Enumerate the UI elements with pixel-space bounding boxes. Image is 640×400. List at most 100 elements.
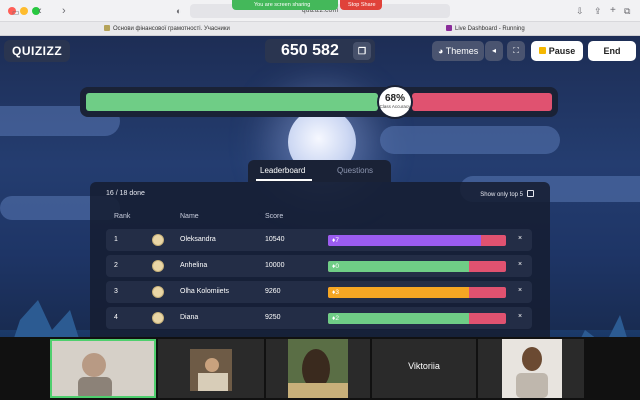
streak-count: ♦3 — [332, 288, 339, 297]
game-code-display: 650 582 ❐ — [265, 39, 375, 63]
leaderboard-row[interactable]: 4 Diana 9250 ♦2 × — [106, 307, 532, 329]
end-button[interactable]: End — [588, 41, 636, 61]
show-top5-label: Show only top 5 — [480, 192, 523, 198]
streak-value: 3 — [335, 289, 339, 296]
video-tile[interactable] — [478, 339, 584, 398]
row-name: Anhelina — [180, 262, 208, 269]
answer-progress-bar: ♦2 — [328, 313, 506, 324]
shield-icon[interactable]: ◐ — [176, 4, 181, 18]
streak-count: ♦7 — [332, 236, 339, 245]
forward-icon[interactable]: › — [62, 4, 66, 18]
participant-video — [288, 339, 348, 398]
completion-count: 16 / 18 done — [106, 190, 145, 197]
participant-video — [52, 341, 154, 396]
leaderboard-row[interactable]: 3 Olha Kolomiiets 9260 ♦3 × — [106, 281, 532, 303]
video-tile[interactable] — [266, 339, 370, 398]
palette-icon: ◕ — [438, 46, 444, 56]
stop-share-button[interactable]: Stop Share — [340, 0, 382, 10]
row-score: 10540 — [265, 236, 285, 243]
show-top5-toggle[interactable]: Show only top 5 — [480, 190, 534, 198]
accuracy-label: Class Accuracy — [379, 104, 411, 109]
correct-fill — [328, 261, 469, 272]
tab-questions[interactable]: Questions — [337, 166, 373, 176]
answer-progress-bar: ♦7 — [328, 235, 506, 246]
quizizz-favicon-icon — [446, 25, 452, 31]
tab-title: Основи фінансової грамотності. Учасники — [113, 26, 230, 32]
themes-button[interactable]: ◕ Themes — [432, 41, 485, 61]
column-header-name: Name — [180, 213, 199, 220]
row-score: 9250 — [265, 314, 281, 321]
show-top5-checkbox[interactable] — [527, 190, 534, 197]
streak-value: 0 — [335, 263, 339, 270]
game-code: 650 582 — [281, 42, 339, 59]
tab-overview-icon[interactable]: ⧉ — [624, 4, 630, 18]
participant-name: Viktoriia — [408, 361, 440, 371]
tab-leaderboard[interactable]: Leaderboard — [260, 166, 305, 176]
pause-icon — [538, 47, 546, 54]
answer-progress-bar: ♦3 — [328, 287, 506, 298]
remove-player-icon[interactable]: × — [518, 235, 522, 242]
participant-video — [190, 349, 232, 391]
sidebar-toggle-icon[interactable]: ▭ — [12, 6, 20, 20]
quizizz-logo[interactable]: QUIZIZZ — [4, 40, 71, 62]
participant-video — [502, 339, 562, 398]
column-header-score: Score — [265, 213, 284, 220]
remove-player-icon[interactable]: × — [518, 287, 522, 294]
remove-player-icon[interactable]: × — [518, 313, 522, 320]
video-tile[interactable]: Viktoriia — [372, 339, 476, 398]
new-tab-icon[interactable]: + — [610, 4, 616, 18]
cloud-illustration — [380, 126, 560, 154]
row-score: 9260 — [265, 288, 281, 295]
video-tile[interactable] — [158, 339, 264, 398]
video-strip: Viktoriia — [0, 337, 640, 400]
course-favicon-icon — [104, 25, 110, 31]
pause-label: Pause — [548, 46, 576, 56]
streak-value: 2 — [335, 315, 339, 322]
row-rank: 2 — [114, 262, 118, 269]
accuracy-percent: 68% — [384, 93, 405, 104]
remove-player-icon[interactable]: × — [518, 261, 522, 268]
row-rank: 4 — [114, 314, 118, 321]
class-accuracy-bar: 68% Class Accuracy — [80, 85, 558, 119]
sound-button[interactable]: ◂ — [485, 41, 503, 61]
streak-count: ♦0 — [332, 262, 339, 271]
tab-bar: Основи фінансової грамотності. Учасники … — [0, 22, 640, 36]
leaderboard-row[interactable]: 1 Oleksandra 10540 ♦7 × — [106, 229, 532, 251]
avatar-icon — [152, 286, 164, 298]
tab-title: Live Dashboard - Running — [455, 26, 525, 32]
tab-live-dashboard[interactable]: Live Dashboard - Running — [446, 24, 525, 34]
leaderboard-row[interactable]: 2 Anhelina 10000 ♦0 × — [106, 255, 532, 277]
minimize-window-icon[interactable] — [20, 7, 28, 15]
streak-value: 7 — [335, 237, 339, 244]
fullscreen-button[interactable]: ⛶ — [507, 41, 525, 61]
screen-sharing-indicator: You are screen sharing — [232, 0, 338, 10]
correct-fill — [328, 313, 469, 324]
avatar-icon — [152, 312, 164, 324]
avatar-icon — [152, 234, 164, 246]
column-header-rank: Rank — [114, 213, 131, 220]
dashboard-tabs: Leaderboard Questions — [248, 160, 391, 182]
correct-fill — [328, 287, 469, 298]
video-tile[interactable] — [50, 339, 156, 398]
copy-icon[interactable]: ❐ — [353, 42, 371, 60]
row-name: Olha Kolomiiets — [180, 288, 230, 295]
row-rank: 1 — [114, 236, 118, 243]
fullscreen-icon: ⛶ — [513, 46, 519, 55]
row-name: Diana — [180, 314, 199, 321]
avatar-icon — [152, 260, 164, 272]
correct-fill — [328, 235, 482, 246]
tab-course-participants[interactable]: Основи фінансової грамотності. Учасники — [104, 24, 230, 34]
streak-count: ♦2 — [332, 314, 339, 323]
accuracy-correct-fill — [86, 93, 378, 111]
screen: ▭ ‹ › ◐ quizizz.com You are screen shari… — [0, 0, 640, 400]
browser-toolbar: ▭ ‹ › ◐ quizizz.com You are screen shari… — [0, 0, 640, 22]
pause-button[interactable]: Pause — [531, 41, 583, 61]
row-name: Oleksandra — [180, 236, 216, 243]
themes-label: Themes — [445, 46, 479, 56]
row-rank: 3 — [114, 288, 118, 295]
active-tab-indicator — [256, 179, 312, 181]
back-icon[interactable]: ‹ — [38, 4, 42, 18]
download-icon[interactable]: ⇩ — [576, 4, 584, 18]
sound-icon: ◂ — [491, 46, 496, 55]
share-icon[interactable]: ⇪ — [594, 4, 602, 18]
